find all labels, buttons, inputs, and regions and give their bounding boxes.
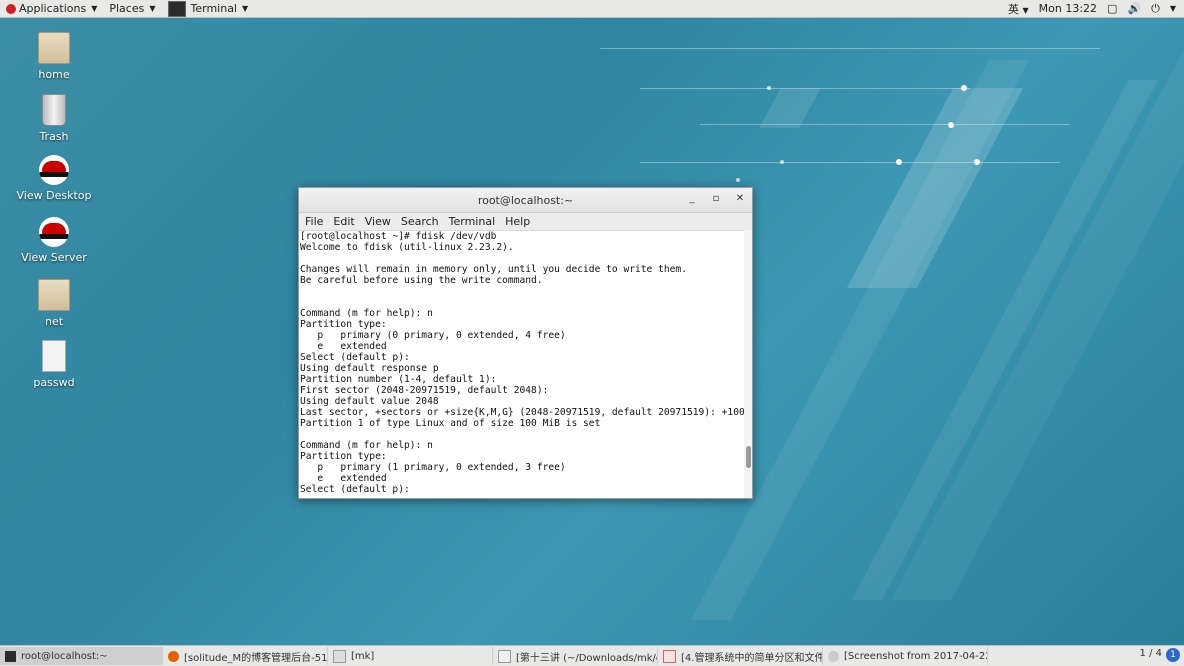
- scrollbar-thumb[interactable]: [746, 446, 751, 468]
- desktop-icon-passwd[interactable]: passwd: [14, 340, 94, 389]
- menu-view[interactable]: View: [365, 215, 391, 228]
- desktop-icon-view-desktop[interactable]: View Desktop: [14, 155, 94, 202]
- chevron-down-icon: ▼: [91, 4, 98, 13]
- task-editor[interactable]: [第十三讲 (~/Downloads/mk/doc/...: [493, 647, 658, 665]
- top-panel: Applications ▼ Places ▼ Terminal ▼ 英 ▼ M…: [0, 0, 1184, 18]
- desktop-icon-net[interactable]: net: [14, 279, 94, 328]
- window-titlebar[interactable]: root@localhost:~ _ ▫ ✕: [299, 188, 752, 213]
- task-firefox[interactable]: [solitude_M的博客管理后台-51...: [163, 647, 328, 665]
- terminal-window[interactable]: root@localhost:~ _ ▫ ✕ File Edit View Se…: [298, 187, 753, 499]
- terminal-output-area[interactable]: [root@localhost ~]# fdisk /dev/vdb Welco…: [299, 230, 744, 498]
- redhat-logo-icon: [6, 3, 16, 14]
- files-icon: [333, 649, 346, 663]
- terminal-scrollbar[interactable]: [744, 230, 752, 498]
- workspace-pager[interactable]: 1 / 4: [1140, 648, 1162, 659]
- maximize-icon[interactable]: ▫: [710, 192, 722, 206]
- places-menu[interactable]: Places ▼: [103, 0, 161, 17]
- applications-menu[interactable]: Applications ▼: [0, 0, 103, 17]
- menu-search[interactable]: Search: [401, 215, 439, 228]
- volume-icon[interactable]: 🔊: [1127, 2, 1141, 15]
- trash-icon: [42, 94, 66, 126]
- power-icon[interactable]: ⏻: [1151, 2, 1160, 16]
- task-files[interactable]: [mk]: [328, 647, 493, 665]
- terminal-icon: [167, 0, 186, 17]
- firefox-icon: [168, 650, 179, 662]
- desktop-icon-label: passwd: [33, 376, 75, 389]
- menu-file[interactable]: File: [305, 215, 323, 228]
- desktop-icon-label: home: [38, 68, 70, 81]
- editor-icon: [498, 649, 511, 663]
- terminal-icon: [5, 650, 16, 662]
- bottom-taskbar: root@localhost:~ [solitude_M的博客管理后台-51..…: [0, 645, 1184, 666]
- window-icon[interactable]: ▢: [1107, 2, 1117, 15]
- task-screenshot[interactable]: [Screenshot from 2017-04-22 1...: [823, 647, 988, 665]
- desktop-icon-label: net: [44, 315, 64, 328]
- input-method-indicator[interactable]: 英 ▼: [1008, 1, 1029, 17]
- folder-home-icon: [38, 32, 70, 64]
- locked-file-icon: [42, 340, 66, 372]
- screenshot-icon: [828, 650, 839, 662]
- notification-badge[interactable]: 1: [1166, 648, 1180, 662]
- menu-help[interactable]: Help: [505, 215, 530, 228]
- desktop-icon-label: View Server: [21, 251, 87, 264]
- chevron-down-icon: ▼: [242, 4, 249, 13]
- chevron-down-icon[interactable]: ▼: [1170, 4, 1176, 13]
- desktop-icon-home[interactable]: home: [14, 32, 94, 81]
- document-viewer-icon: [663, 649, 676, 663]
- minimize-icon[interactable]: _: [686, 192, 698, 206]
- menu-edit[interactable]: Edit: [333, 215, 354, 228]
- folder-icon: [38, 279, 70, 311]
- clock[interactable]: Mon 13:22: [1039, 2, 1097, 15]
- task-terminal[interactable]: root@localhost:~: [0, 647, 163, 665]
- task-document-viewer[interactable]: [4.管理系统中的简单分区和文件系...: [658, 647, 823, 665]
- desktop-icon-label: View Desktop: [16, 189, 92, 202]
- task-label: [Screenshot from 2017-04-22 1...: [844, 650, 988, 662]
- desktop-icon-view-server[interactable]: View Server: [14, 217, 94, 264]
- task-label: [solitude_M的博客管理后台-51...: [184, 652, 328, 664]
- redhat-icon: [39, 217, 69, 247]
- chevron-down-icon: ▼: [149, 4, 156, 13]
- task-label: [4.管理系统中的简单分区和文件系...: [681, 652, 822, 664]
- close-icon[interactable]: ✕: [734, 192, 746, 206]
- menu-terminal[interactable]: Terminal: [449, 215, 496, 228]
- desktop-icon-trash[interactable]: Trash: [14, 94, 94, 143]
- applications-label: Applications: [19, 2, 87, 15]
- terminal-menubar: File Edit View Search Terminal Help: [299, 213, 752, 231]
- places-label: Places: [109, 2, 145, 15]
- task-label: root@localhost:~: [21, 650, 108, 662]
- terminal-output: [root@localhost ~]# fdisk /dev/vdb Welco…: [300, 231, 744, 495]
- redhat-icon: [39, 155, 69, 185]
- task-label: [第十三讲 (~/Downloads/mk/doc/...: [516, 652, 657, 664]
- chevron-down-icon: ▼: [1022, 5, 1029, 15]
- terminal-app-menu[interactable]: Terminal ▼: [162, 0, 255, 17]
- terminal-app-label: Terminal: [190, 2, 238, 15]
- input-method-label: 英: [1007, 2, 1019, 16]
- desktop-icon-label: Trash: [39, 130, 69, 143]
- task-label: [mk]: [351, 650, 375, 662]
- window-title: root@localhost:~: [477, 193, 574, 207]
